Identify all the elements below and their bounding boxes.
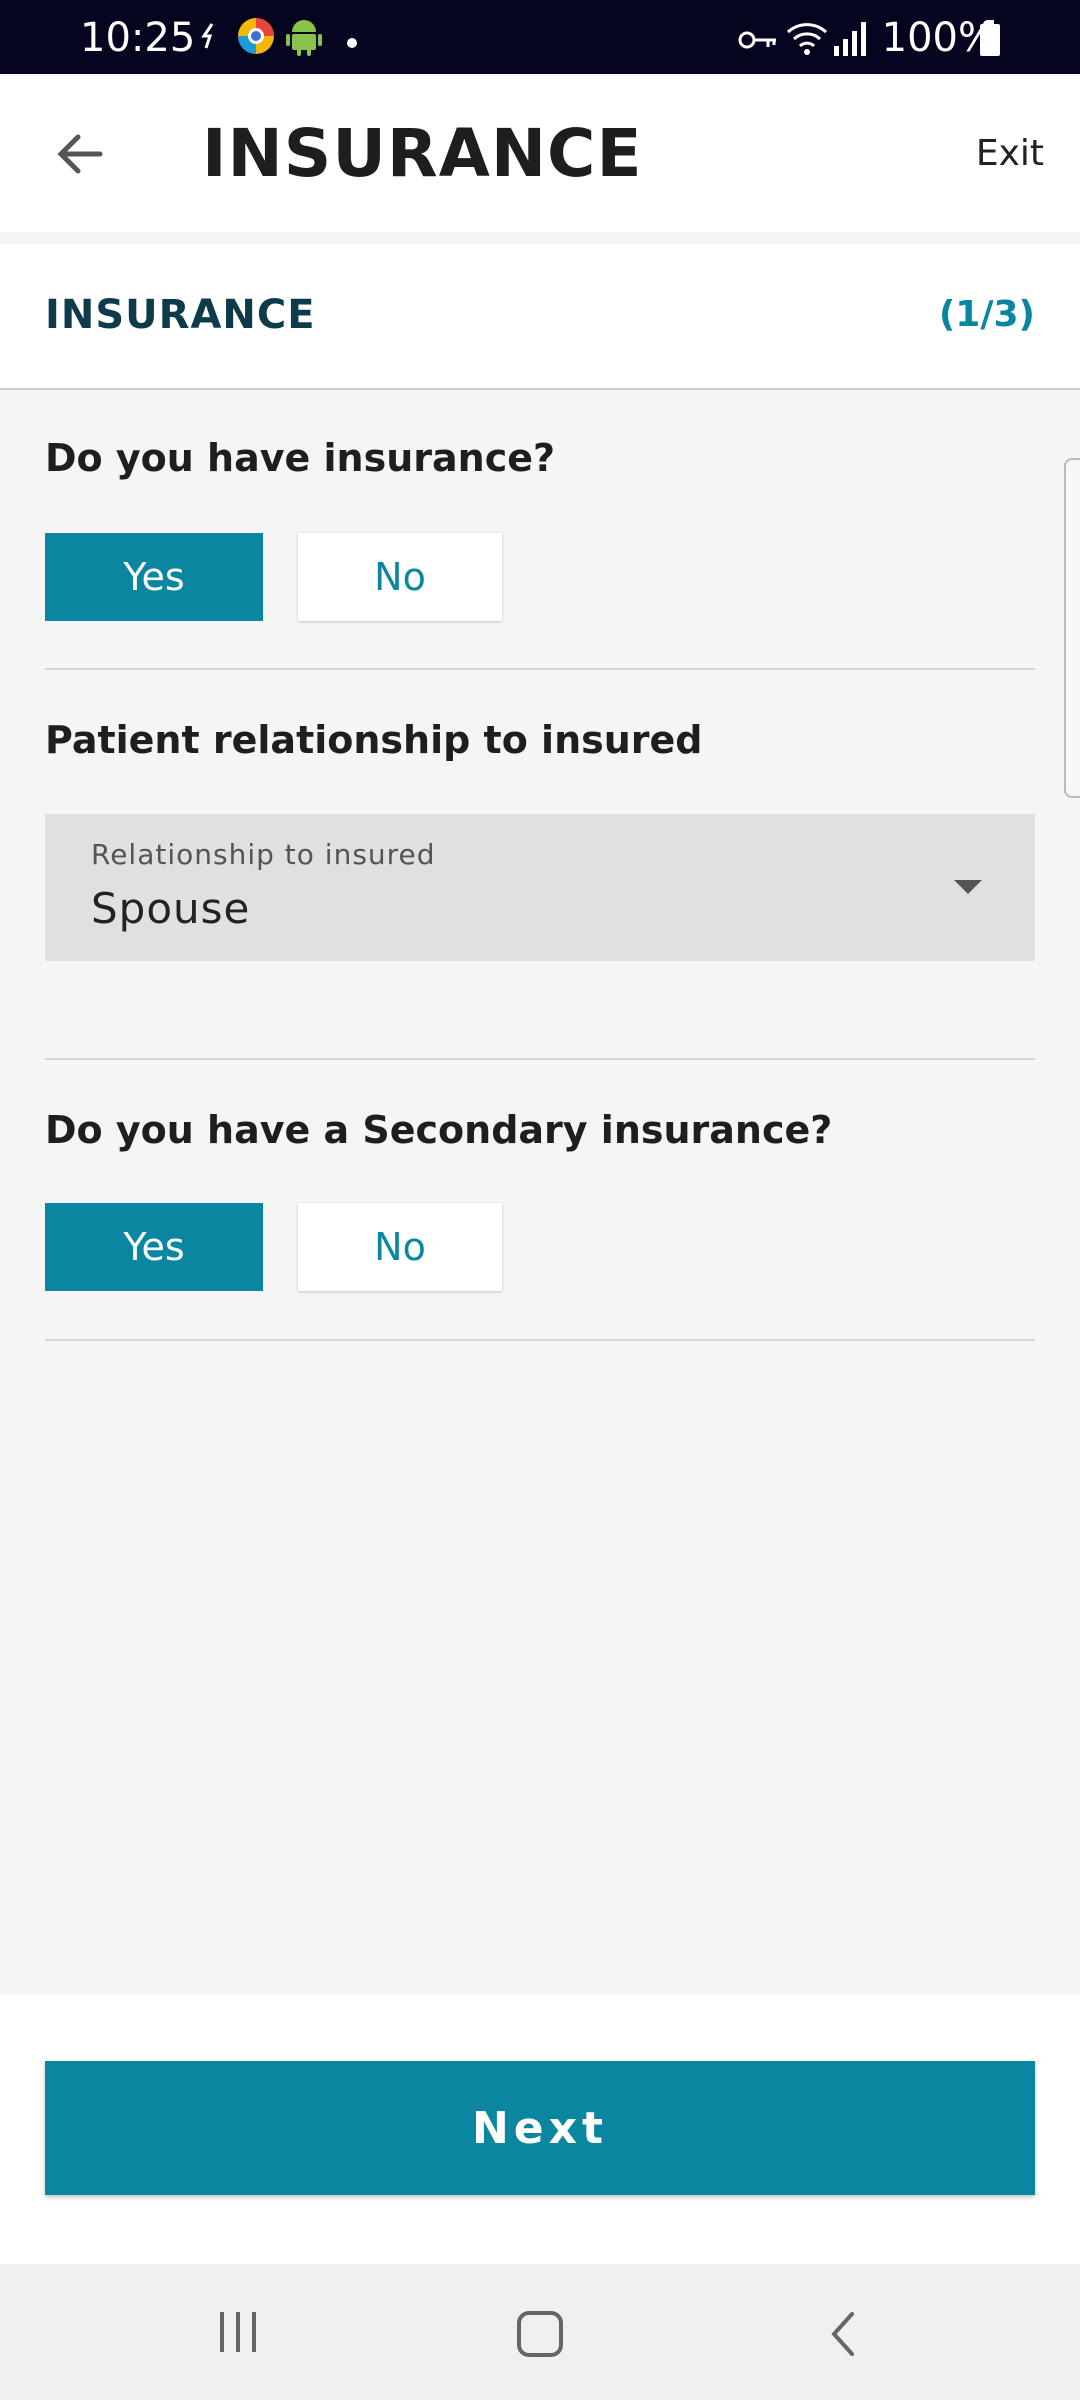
system-nav-bar [0,2264,1080,2400]
divider [45,1058,1035,1060]
status-time: 10:25 [80,15,196,61]
secondary-insurance-question: Do you have a Secondary insurance? [45,1108,833,1152]
key-icon [738,30,778,54]
insurance-question: Do you have insurance? [45,436,556,480]
back-nav-icon[interactable] [826,2310,862,2362]
section-title: INSURANCE [45,292,316,338]
sync-icon [198,16,220,60]
secondary-no-button[interactable]: No [298,1203,502,1291]
status-bar: 10:25 100% [0,0,1080,74]
relationship-value: Spouse [91,884,251,933]
insurance-yes-button[interactable]: Yes [45,533,263,621]
relationship-field-label: Relationship to insured [91,838,436,871]
dropdown-arrow-icon [954,880,982,894]
section-header: INSURANCE (1/3) [0,244,1080,390]
battery-percent: 100% [881,15,996,61]
browser-icon [236,16,276,60]
back-arrow-icon[interactable] [50,124,110,184]
scrollbar-thumb[interactable] [1064,458,1080,798]
relationship-question: Patient relationship to insured [45,718,703,762]
android-icon [286,16,322,60]
signal-icon [834,22,866,60]
home-icon[interactable] [516,2310,564,2362]
insurance-no-button[interactable]: No [298,533,502,621]
relationship-dropdown[interactable]: Relationship to insured Spouse [45,814,1035,961]
app-bar: INSURANCE Exit [0,74,1080,232]
next-button[interactable]: Next [45,2061,1035,2195]
step-indicator: (1/3) [938,294,1035,335]
page-title: INSURANCE [202,115,643,192]
recent-apps-icon[interactable] [216,2310,260,2358]
divider [45,668,1035,670]
dot-icon [346,34,358,53]
secondary-yes-button[interactable]: Yes [45,1203,263,1291]
divider [45,1339,1035,1341]
exit-button[interactable]: Exit [976,132,1044,176]
wifi-icon [786,20,828,60]
battery-icon [980,20,1000,60]
